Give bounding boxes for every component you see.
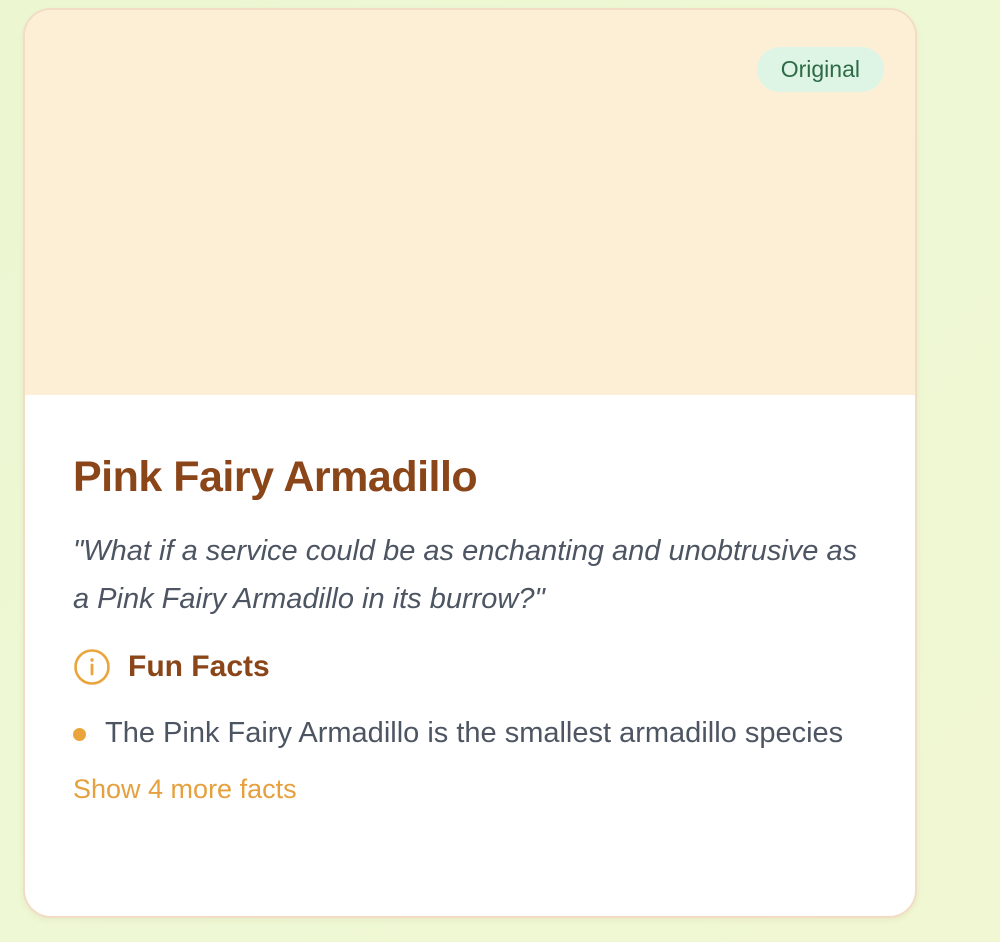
fact-list: The Pink Fairy Armadillo is the smallest… [73, 709, 867, 757]
card-quote: "What if a service could be as enchantin… [73, 535, 858, 615]
show-more-facts-button[interactable]: Show 4 more facts [73, 771, 297, 807]
fact-text: The Pink Fairy Armadillo is the smallest… [105, 717, 844, 749]
card-body: Pink Fairy Armadillo "What if a service … [73, 395, 867, 807]
bullet-dot [73, 728, 86, 741]
fun-facts-header: Fun Facts [73, 647, 867, 687]
fact-item: The Pink Fairy Armadillo is the smallest… [73, 709, 867, 757]
info-circle-icon [73, 648, 111, 686]
animal-card: Original Pink Fairy Armadillo "What if a… [23, 8, 917, 918]
original-badge: Original [756, 47, 884, 92]
card-image-area: Original [25, 10, 915, 395]
card-title: Pink Fairy Armadillo [73, 453, 478, 501]
fun-facts-title: Fun Facts [128, 650, 270, 683]
